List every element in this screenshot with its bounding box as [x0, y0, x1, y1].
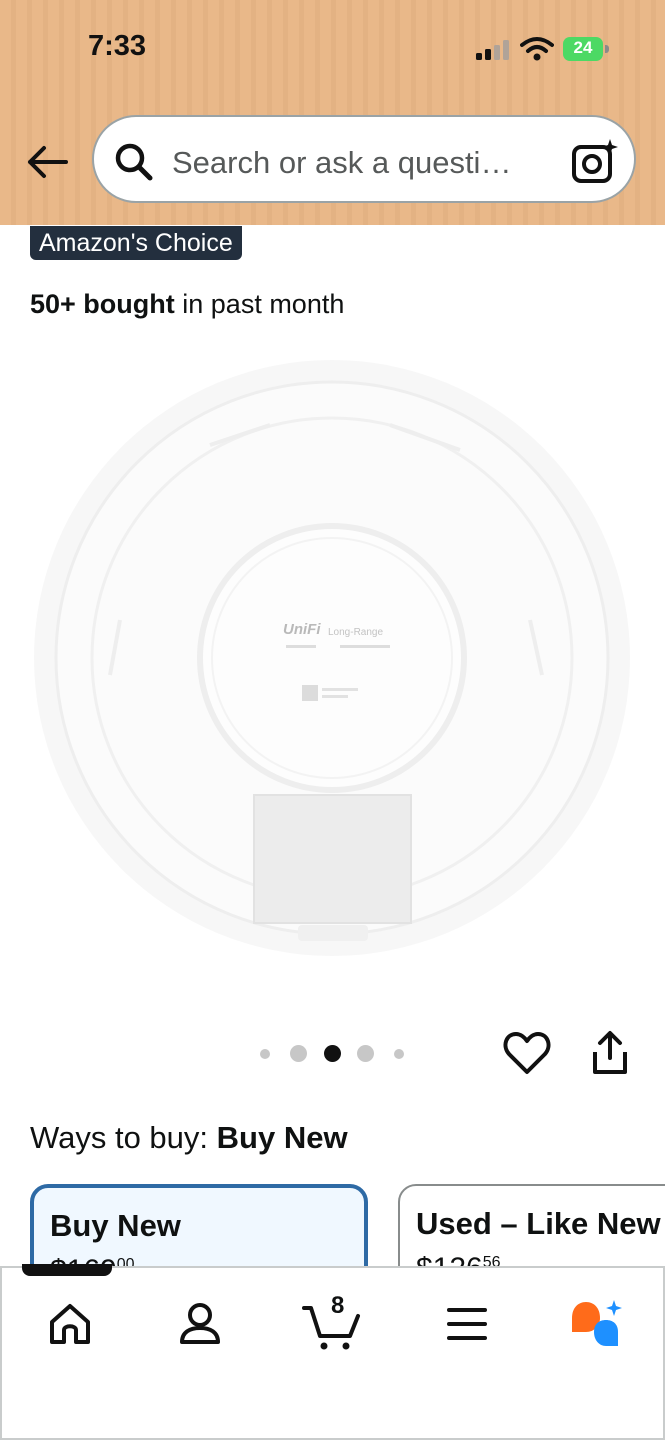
bought-count-rest: in past month: [174, 289, 345, 319]
home-icon[interactable]: [40, 1294, 100, 1354]
pager-dot[interactable]: [260, 1049, 270, 1059]
image-brand-text: UniFi: [283, 621, 321, 638]
bought-count-bold: 50+ bought: [30, 289, 175, 319]
amazons-choice-badge[interactable]: Amazon's Choice: [30, 226, 242, 260]
ways-to-buy-selected: Buy New: [216, 1120, 348, 1155]
menu-icon[interactable]: [437, 1294, 497, 1354]
share-icon[interactable]: [590, 1030, 630, 1076]
pager-dot-active[interactable]: [324, 1045, 341, 1062]
image-model-text: Long-Range: [328, 627, 383, 638]
status-time: 7:33: [88, 30, 147, 62]
product-image[interactable]: UniFi Long-Range: [30, 355, 635, 970]
signal-icon: [476, 40, 509, 60]
buy-option-title: Buy New: [50, 1208, 181, 1243]
wifi-icon: [520, 37, 554, 61]
pager-dot[interactable]: [357, 1045, 374, 1062]
bought-count: 50+ bought in past month: [30, 289, 344, 320]
ways-to-buy-label: Ways to buy:: [30, 1120, 209, 1155]
search-bar[interactable]: Search or ask a questi…: [92, 115, 636, 203]
cart-button[interactable]: 8: [302, 1292, 362, 1354]
battery-indicator: 24: [563, 37, 609, 61]
account-icon[interactable]: [170, 1294, 230, 1354]
buy-option-title: Used – Like New: [416, 1206, 661, 1241]
heart-icon[interactable]: [503, 1030, 551, 1076]
nav-active-indicator: [22, 1264, 112, 1276]
battery-level: 24: [573, 38, 593, 57]
battery-tip: [605, 45, 609, 53]
header: 7:33 24 Search or ask a questi…: [0, 0, 665, 225]
image-pager[interactable]: [258, 1043, 408, 1063]
pager-dot[interactable]: [290, 1045, 307, 1062]
pager-dot[interactable]: [394, 1049, 404, 1059]
cart-count: 8: [331, 1292, 345, 1319]
search-input[interactable]: Search or ask a questi…: [172, 145, 537, 181]
back-icon[interactable]: [24, 140, 70, 184]
ways-to-buy: Ways to buy: Buy New: [30, 1120, 348, 1156]
bottom-nav: 8: [0, 1266, 665, 1440]
rufus-icon[interactable]: [568, 1294, 628, 1354]
camera-search-icon[interactable]: [570, 137, 618, 185]
search-icon[interactable]: [114, 142, 154, 182]
